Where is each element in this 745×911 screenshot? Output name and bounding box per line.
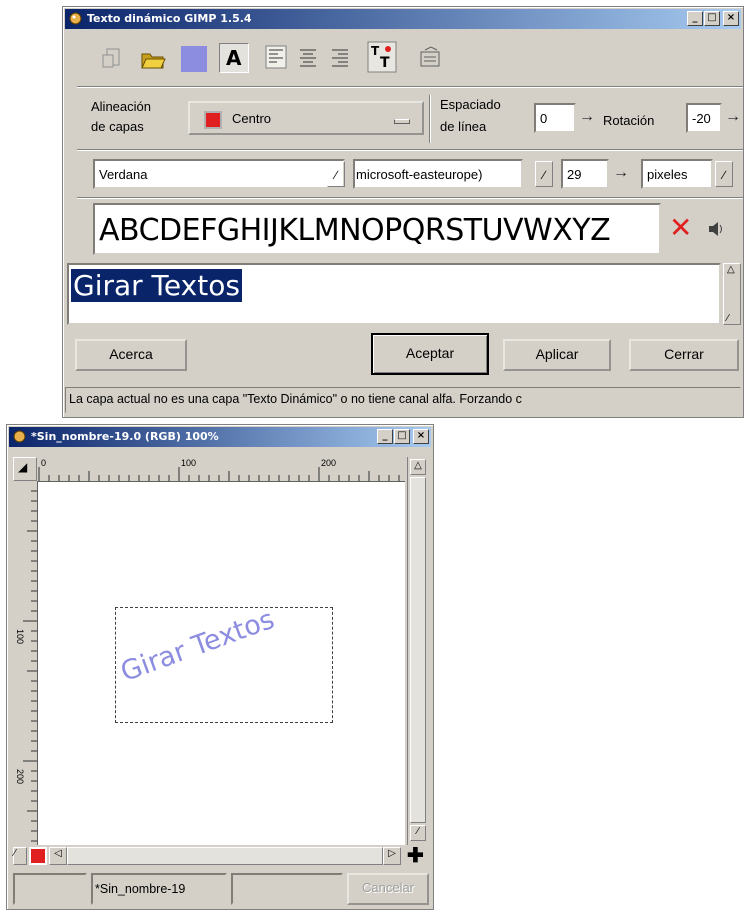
rotation-input[interactable]: -20 [686,103,722,133]
horizontal-ruler[interactable]: 0 100 200 [37,457,405,482]
image-canvas[interactable]: Girar Textos [38,482,405,845]
image-title: *Sin_nombre-19.0 (RGB) 100% [31,430,219,443]
cancel-button[interactable]: Cancelar [347,873,429,905]
font-unit-dropdown-icon[interactable]: ∕ [715,161,733,187]
minimize-button[interactable]: _ [377,429,393,444]
font-bold-toggle[interactable]: A [219,43,249,73]
separator [77,197,743,199]
text-entry[interactable]: Girar Textos [67,263,721,325]
scroll-down-button[interactable]: ∕ [410,825,426,841]
quickmask-off-button[interactable]: ∕ [13,847,27,865]
font-a-icon: A [226,46,242,70]
scroll-right-button[interactable]: ▷ [383,847,401,865]
open-folder-icon[interactable] [139,45,167,71]
image-titlebar: *Sin_nombre-19.0 (RGB) 100% _ □ × [9,427,431,447]
vertical-scrollbar[interactable]: △ ∕ [407,457,428,845]
horizontal-scrollbar[interactable]: ◁ ▷ [49,847,403,865]
align-right-icon[interactable] [329,45,351,69]
menu-arrow-icon: ◢ [18,460,28,474]
line-spacing-label-line2: de línea [440,119,487,134]
layer-align-dropdown[interactable]: Centro [188,101,424,135]
font-preview-text: ABCDEFGHIJKLMNOPQRSTUVWXYZ [99,213,611,248]
font-size-input[interactable]: 29 [561,159,609,189]
clear-x-icon[interactable]: ✕ [669,211,692,244]
progress-field [231,873,343,905]
ruler-ticks [38,467,400,481]
status-bar: La capa actual no es una capa "Texto Din… [65,387,741,413]
dropdown-indicator-icon [394,119,410,124]
horizontal-scroll-thumb[interactable] [67,847,383,865]
font-size-spin-arrow-icon[interactable]: → [613,164,629,182]
vertical-ruler-label: 100 [15,629,25,645]
align-left-icon[interactable] [265,45,287,69]
image-status-text: *Sin_nombre-19 [95,882,186,896]
dialog-title: Texto dinámico GIMP 1.5.4 [87,12,252,25]
line-spacing-label-line1: Espaciado [440,97,501,112]
font-unit-select[interactable]: pixeles [641,159,713,189]
close-window-button[interactable]: × [723,11,739,26]
rotation-spin-arrow-icon[interactable]: → [725,108,741,126]
status-text: La capa actual no es una capa "Texto Din… [69,392,522,406]
scroll-left-button[interactable]: ◁ [49,847,67,865]
maximize-button[interactable]: □ [394,429,410,444]
svg-text:T: T [380,55,390,71]
center-align-icon [204,111,222,129]
line-spacing-spin-arrow-icon[interactable]: → [579,108,595,126]
ruler-label: 100 [181,458,197,468]
text-entry-scrollbar[interactable]: △ ∕ [723,263,741,325]
rotation-label: Rotación [603,113,655,128]
gimp-image-icon [13,430,26,443]
toolbar: A T T [79,35,741,85]
speaker-icon[interactable] [705,219,727,239]
scroll-up-arrow-icon[interactable]: △ [727,264,735,275]
vertical-ruler-label: 200 [15,769,25,785]
close-button[interactable]: Cerrar [629,339,739,371]
layer-align-value: Centro [232,111,272,126]
text-style-icon[interactable]: T T [367,41,397,73]
text-entry-value: Girar Textos [71,269,242,302]
line-spacing-input[interactable]: 0 [534,103,576,133]
maximize-button[interactable]: □ [704,11,720,26]
vertical-ruler[interactable]: 100 200 [13,481,38,845]
dialog-titlebar: Texto dinámico GIMP 1.5.4 _ □ × [65,9,741,29]
separator [77,86,743,88]
pointer-coords-field [13,873,87,905]
font-family-dropdown-icon[interactable]: ∕ [327,161,345,187]
scroll-up-button[interactable]: △ [410,459,426,475]
layer-align-label-line1: Alineación [91,99,151,114]
image-window: *Sin_nombre-19.0 (RGB) 100% _ □ × ◢ 0 10… [6,424,434,910]
color-swatch-button[interactable] [181,46,207,72]
align-center-icon[interactable] [297,45,319,69]
font-preview: ABCDEFGHIJKLMNOPQRSTUVWXYZ [93,203,661,255]
separator [77,149,743,151]
close-window-button[interactable]: × [413,429,429,444]
image-status-name: *Sin_nombre-19 [91,873,227,905]
layer-align-label-line2: de capas [91,119,144,134]
vertical-scroll-thumb[interactable] [410,477,426,823]
new-text-icon[interactable] [99,45,125,71]
font-encoding-select[interactable]: microsoft-easteurope) [353,159,523,189]
ruler-label: 200 [321,458,337,468]
svg-text:T: T [371,44,380,58]
ruler-label: 0 [41,458,47,468]
navigate-move-icon[interactable]: ✚ [407,843,424,868]
scroll-down-arrow-icon[interactable]: ∕ [727,313,729,324]
gimp-app-icon [69,12,82,25]
about-button[interactable]: Acerca [75,339,187,371]
ok-button[interactable]: Aceptar [371,333,489,375]
font-encoding-dropdown-icon[interactable]: ∕ [535,161,553,187]
load-text-icon[interactable] [415,46,445,70]
text-tool-dialog: Texto dinámico GIMP 1.5.4 _ □ × A T T Al… [62,6,744,418]
quickmask-on-button[interactable] [29,847,47,865]
font-family-select[interactable]: Verdana [93,159,345,189]
separator [429,95,431,143]
menu-arrow-button[interactable]: ◢ [13,457,37,481]
vertical-ruler-ticks [23,490,37,842]
minimize-button[interactable]: _ [687,11,703,26]
apply-button[interactable]: Aplicar [503,339,611,371]
